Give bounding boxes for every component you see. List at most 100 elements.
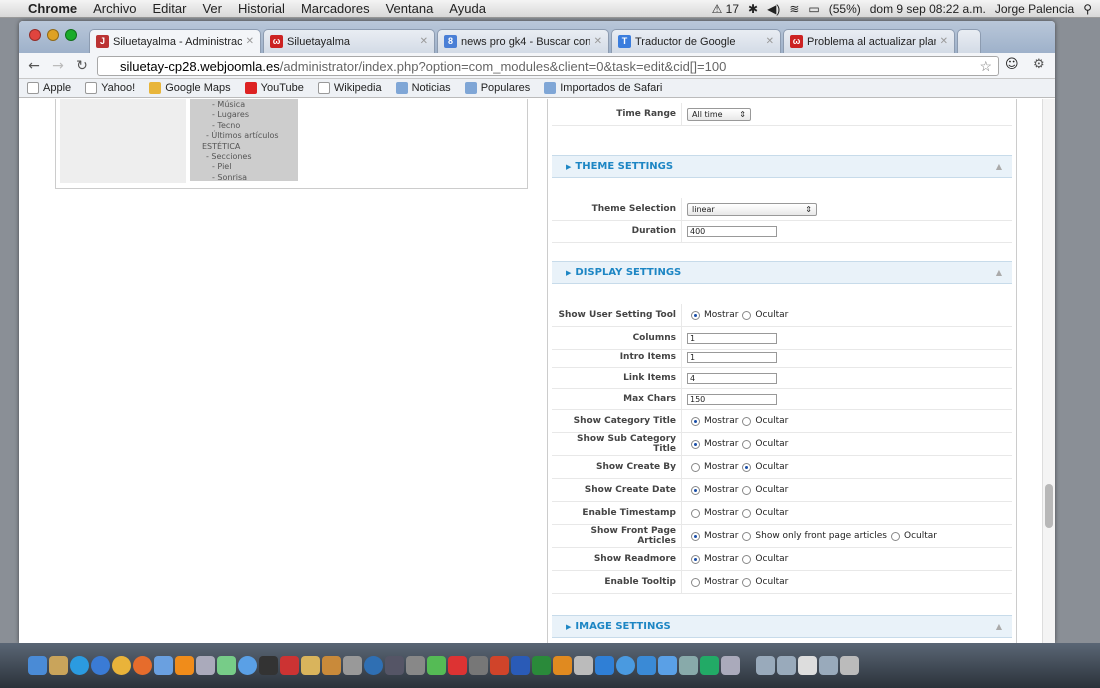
app-icon[interactable] xyxy=(406,656,425,675)
list-item[interactable]: - Sonrisa xyxy=(202,173,298,183)
menu-ayuda[interactable]: Ayuda xyxy=(449,1,486,16)
menu-ver[interactable]: Ver xyxy=(202,1,222,16)
extension-icon[interactable]: ☺ xyxy=(1005,57,1019,72)
document-icon[interactable] xyxy=(798,656,817,675)
radio-ocultar[interactable] xyxy=(742,485,752,495)
close-tab-icon[interactable]: ✕ xyxy=(766,36,774,47)
app-icon[interactable] xyxy=(679,656,698,675)
list-item[interactable]: - Tecno xyxy=(202,121,298,131)
wrench-icon[interactable]: ⚙ xyxy=(1033,57,1045,72)
list-item[interactable]: - Música xyxy=(202,100,298,110)
skype-icon[interactable] xyxy=(70,656,89,675)
trash-icon[interactable] xyxy=(840,656,859,675)
radio-ocultar[interactable] xyxy=(890,531,900,541)
close-tab-icon[interactable]: ✕ xyxy=(420,36,428,47)
radio-ocultar[interactable] xyxy=(742,416,752,426)
theme-settings-header[interactable]: ▶ THEME SETTINGS ▲ xyxy=(552,155,1012,178)
downloads-folder-icon[interactable] xyxy=(819,656,838,675)
radio-ocultar[interactable] xyxy=(742,508,752,518)
safari-icon[interactable] xyxy=(91,656,110,675)
bookmark-folder-noticias[interactable]: Noticias xyxy=(395,82,451,94)
radio-ocultar[interactable] xyxy=(742,462,752,472)
menu-ventana[interactable]: Ventana xyxy=(386,1,434,16)
app-icon[interactable] xyxy=(700,656,719,675)
blackberry-icon[interactable] xyxy=(259,656,278,675)
system-preferences-icon[interactable] xyxy=(721,656,740,675)
radio-mostrar[interactable] xyxy=(691,416,700,426)
user-name[interactable]: Jorge Palencia xyxy=(995,2,1074,16)
app-store-icon[interactable] xyxy=(658,656,677,675)
photo-booth-icon[interactable] xyxy=(196,656,215,675)
spotlight-icon[interactable]: ⚲ xyxy=(1083,2,1092,16)
theme-selection-select[interactable]: linear ⇕ xyxy=(687,202,817,216)
app-icon[interactable] xyxy=(616,656,635,675)
radio-front-only[interactable] xyxy=(742,531,752,541)
collapse-arrow-icon[interactable]: ▲ xyxy=(996,268,1002,277)
forward-icon[interactable]: → xyxy=(49,58,67,74)
link-items-input[interactable]: 4 xyxy=(687,372,777,384)
outlook-icon[interactable] xyxy=(553,656,572,675)
excel-icon[interactable] xyxy=(532,656,551,675)
itunes-icon[interactable] xyxy=(238,656,257,675)
close-tab-icon[interactable]: ✕ xyxy=(594,36,602,47)
bookmark-folder-populares[interactable]: Populares xyxy=(464,82,530,94)
menu-archivo[interactable]: Archivo xyxy=(93,1,136,16)
reload-icon[interactable]: ↻ xyxy=(73,58,91,74)
app-icon[interactable] xyxy=(469,656,488,675)
dropbox-icon[interactable] xyxy=(595,656,614,675)
wifi-icon[interactable]: ≋ xyxy=(789,2,799,16)
utility-icon[interactable] xyxy=(343,656,362,675)
radio-ocultar[interactable] xyxy=(742,439,752,449)
radio-mostrar[interactable] xyxy=(691,439,700,449)
scrollbar-thumb[interactable] xyxy=(1045,484,1053,528)
bookmark-star-icon[interactable]: ☆ xyxy=(979,58,992,75)
radio-ocultar[interactable] xyxy=(742,554,752,564)
collapse-arrow-icon[interactable]: ▲ xyxy=(996,162,1002,171)
menu-historial[interactable]: Historial xyxy=(238,1,285,16)
radio-mostrar[interactable] xyxy=(691,310,700,320)
columns-input[interactable]: 1 xyxy=(687,332,777,344)
app-icon[interactable] xyxy=(385,656,404,675)
facetime-icon[interactable] xyxy=(154,656,173,675)
bookmark-folder-safari[interactable]: Importados de Safari xyxy=(544,82,662,94)
network-icon[interactable] xyxy=(364,656,383,675)
close-tab-icon[interactable]: ✕ xyxy=(246,36,254,47)
app-menu[interactable]: Chrome xyxy=(28,1,77,16)
time-range-select[interactable]: All time ⇕ xyxy=(687,107,751,121)
applications-folder-icon[interactable] xyxy=(756,656,775,675)
close-window-button[interactable] xyxy=(29,29,41,41)
volume-icon[interactable]: ◀) xyxy=(767,2,780,16)
chrome-icon[interactable] xyxy=(112,656,131,675)
list-item[interactable]: - Lugares xyxy=(202,110,298,120)
radio-ocultar[interactable] xyxy=(742,310,752,320)
max-chars-input[interactable]: 150 xyxy=(687,393,777,405)
calendar-icon[interactable] xyxy=(280,656,299,675)
iphoto-icon[interactable] xyxy=(322,656,341,675)
vertical-scrollbar[interactable] xyxy=(1042,99,1055,643)
notes-icon[interactable] xyxy=(301,656,320,675)
address-bar[interactable]: siluetay-cp28.webjoomla.es/administrator… xyxy=(97,56,999,76)
bookmark-apple[interactable]: Apple xyxy=(27,82,71,94)
contacts-icon[interactable] xyxy=(49,656,68,675)
status-badge[interactable]: ⚠ 17 xyxy=(712,2,739,16)
tab-google-search[interactable]: 8 news pro gk4 - Buscar con G ✕ xyxy=(437,29,609,53)
tab-problema-actualizar[interactable]: ω Problema al actualizar planti ✕ xyxy=(783,29,955,53)
clock[interactable]: dom 9 sep 08:22 a.m. xyxy=(870,2,986,16)
minimize-window-button[interactable] xyxy=(47,29,59,41)
activity-monitor-icon[interactable] xyxy=(427,656,446,675)
bookmark-google-maps[interactable]: Google Maps xyxy=(149,82,231,94)
list-item[interactable]: ESTÉTICA xyxy=(202,142,298,152)
radio-ocultar[interactable] xyxy=(742,577,752,587)
bookmark-youtube[interactable]: YouTube xyxy=(244,82,304,94)
new-tab-button[interactable] xyxy=(957,29,981,53)
list-item[interactable]: - Piel xyxy=(202,162,298,172)
radio-mostrar[interactable] xyxy=(691,485,700,495)
close-tab-icon[interactable]: ✕ xyxy=(940,36,948,47)
app-icon[interactable] xyxy=(574,656,593,675)
tab-siluetayalma-admin[interactable]: J Siluetayalma - Administració ✕ xyxy=(89,29,261,53)
app-icon[interactable] xyxy=(637,656,656,675)
list-item[interactable]: - Secciones xyxy=(202,152,298,162)
firefox-icon[interactable] xyxy=(133,656,152,675)
zoom-window-button[interactable] xyxy=(65,29,77,41)
menu-editar[interactable]: Editar xyxy=(152,1,186,16)
